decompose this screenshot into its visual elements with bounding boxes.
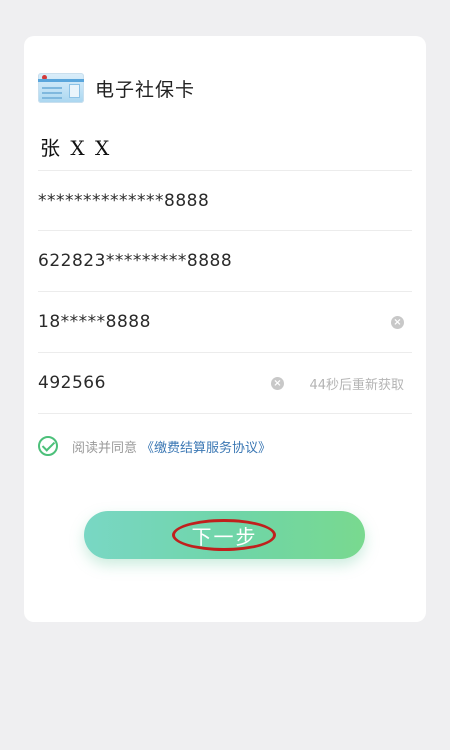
next-button[interactable]: 下一步: [84, 511, 365, 559]
bank-card-field[interactable]: 622823*********8888: [38, 230, 412, 291]
phone-field[interactable]: 18*****8888 ×: [38, 291, 412, 352]
agreement-row: 阅读并同意 《缴费结算服务协议》: [38, 436, 271, 456]
next-button-label: 下一步: [191, 524, 258, 549]
divider: [38, 413, 412, 414]
bank-card-value: 622823*********8888: [38, 251, 233, 271]
form-card: 电子社保卡 张 X X **************8888 622823***…: [24, 36, 426, 622]
agreement-link[interactable]: 《缴费结算服务协议》: [141, 437, 271, 456]
social-security-card-icon: [38, 73, 84, 103]
id-number-field[interactable]: **************8888: [38, 170, 412, 231]
agreement-text: 阅读并同意: [72, 440, 138, 456]
app-title: 电子社保卡: [95, 78, 196, 101]
clear-phone-icon[interactable]: ×: [391, 315, 404, 329]
app-header: 电子社保卡: [38, 72, 195, 104]
phone-value: 18*****8888: [38, 312, 151, 332]
clear-code-icon[interactable]: ×: [271, 376, 284, 390]
id-number-value: **************8888: [38, 191, 210, 211]
verification-code-value: 492566: [38, 373, 106, 393]
name-field: 张 X X: [40, 136, 112, 160]
verification-code-field[interactable]: 492566 × 44秒后重新获取: [38, 352, 412, 413]
agreement-checkbox-icon[interactable]: [38, 436, 58, 456]
resend-countdown[interactable]: 44秒后重新获取: [309, 374, 404, 393]
